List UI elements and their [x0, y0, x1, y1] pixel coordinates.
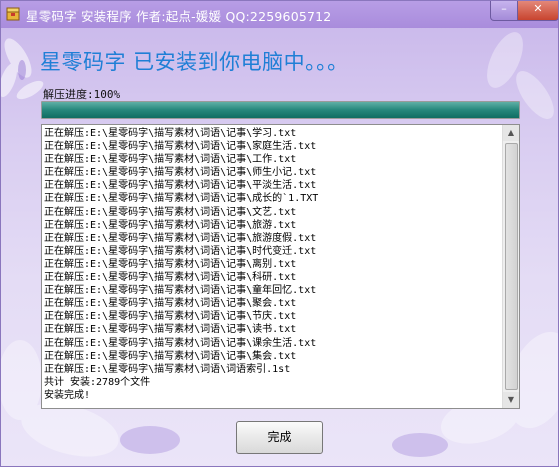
finish-button[interactable]: 完成 [236, 421, 323, 454]
scroll-thumb[interactable] [505, 143, 518, 390]
log-line: 正在解压:E:\星零码字\描写素材\词语\记事\学习.txt [44, 128, 297, 139]
log-line: 正在解压:E:\星零码字\描写素材\词语\记事\科研.txt [44, 272, 297, 284]
log-line: 正在解压:E:\星零码字\描写素材\词语\记事\离别.txt [44, 258, 297, 270]
log-line: 正在解压:E:\星零码字\描写素材\词语\记事\师生小记.txt [44, 167, 317, 179]
app-icon [6, 7, 20, 21]
progress-bar [41, 101, 520, 119]
install-log-lines: 正在解压:E:\星零码字\描写素材\词语\记事\学习.txt 正在解压:E:\星零… [44, 127, 504, 406]
log-line: 正在解压:E:\星零码字\描写素材\词语\记事\平淡生活.txt [44, 180, 317, 192]
log-line: 正在解压:E:\星零码字\描写素材\词语\记事\时代变迁.txt [44, 245, 317, 257]
install-log[interactable]: 正在解压:E:\星零码字\描写素材\词语\记事\学习.txt 正在解压:E:\星零… [41, 124, 520, 409]
log-scrollbar[interactable]: ▲ ▼ [502, 125, 519, 408]
log-line: 正在解压:E:\星零码字\描写素材\词语\记事\工作.txt [44, 154, 297, 166]
scroll-down-icon[interactable]: ▼ [503, 392, 519, 408]
log-line: 共计 安装:2789个文件 [44, 376, 151, 388]
log-line: 正在解压:E:\星零码字\描写素材\词语\记事\成长的`1.TXT [44, 193, 319, 205]
progress-fill [42, 102, 519, 118]
log-line: 正在解压:E:\星零码字\描写素材\词语\记事\文艺.txt [44, 206, 297, 218]
progress-label: 解压进度:100% [43, 88, 121, 101]
minimize-button[interactable]: – [490, 0, 518, 21]
log-line: 正在解压:E:\星零码字\描写素材\词语\记事\节庆.txt [44, 311, 297, 323]
log-line: 正在解压:E:\星零码字\描写素材\词语\记事\集会.txt [44, 350, 297, 362]
log-line: 正在解压:E:\星零码字\描写素材\词语\词语索引.1st [44, 363, 291, 375]
log-line: 正在解压:E:\星零码字\描写素材\词语\记事\旅游度假.txt [44, 232, 317, 244]
log-line: 正在解压:E:\星零码字\描写素材\词语\记事\家庭生活.txt [44, 141, 317, 153]
close-button[interactable]: ✕ [517, 0, 559, 21]
window-title: 星零码字 安装程序 作者:起点-媛媛 QQ:2259605712 [26, 9, 332, 24]
log-line: 正在解压:E:\星零码字\描写素材\词语\记事\旅游.txt [44, 219, 297, 231]
log-line: 正在解压:E:\星零码字\描写素材\词语\记事\读书.txt [44, 324, 297, 336]
log-line: 正在解压:E:\星零码字\描写素材\词语\记事\课余生活.txt [44, 337, 317, 349]
scroll-up-icon[interactable]: ▲ [503, 125, 519, 141]
title-bar[interactable]: 星零码字 安装程序 作者:起点-媛媛 QQ:2259605712 – ✕ [0, 0, 559, 28]
install-heading: 星零码字 已安装到你电脑中。。。 [40, 50, 349, 74]
log-line: 安装完成! [44, 389, 91, 401]
log-line: 正在解压:E:\星零码字\描写素材\词语\记事\童年回忆.txt [44, 285, 317, 297]
log-line: 正在解压:E:\星零码字\描写素材\词语\记事\聚会.txt [44, 298, 297, 310]
